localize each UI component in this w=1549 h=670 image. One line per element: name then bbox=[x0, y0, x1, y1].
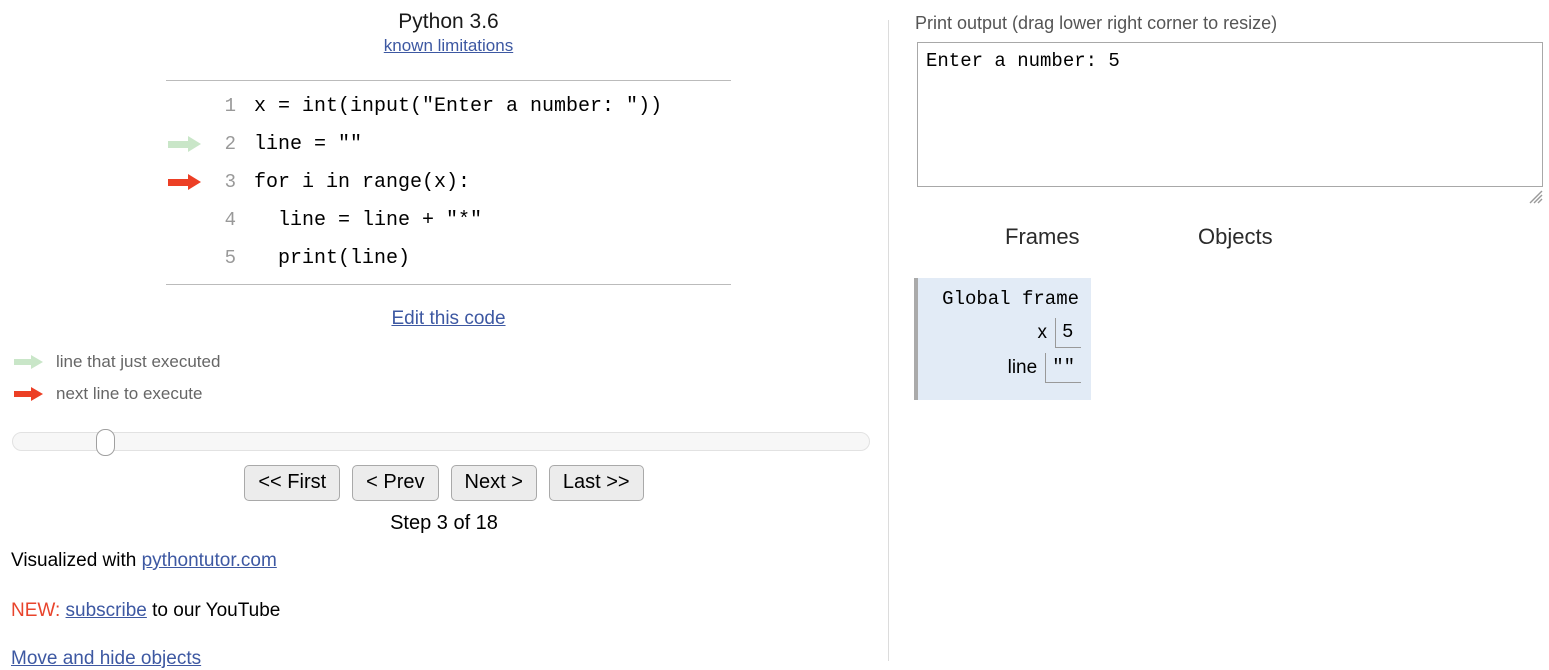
line-source: x = int(input("Enter a number: ")) bbox=[254, 94, 663, 118]
line-source: line = "" bbox=[254, 132, 363, 156]
navigation-buttons: << First < Prev Next > Last >> bbox=[0, 465, 888, 501]
legend-just-executed-label: line that just executed bbox=[56, 352, 221, 371]
variable-name: x bbox=[1037, 322, 1048, 343]
global-frame: Global frame x 5 line "" bbox=[914, 278, 1091, 400]
variable-value: "" bbox=[1045, 353, 1081, 383]
legend-just-executed: line that just executed bbox=[14, 352, 220, 372]
red-arrow-icon bbox=[168, 174, 202, 190]
green-arrow-icon bbox=[168, 136, 202, 152]
edit-this-code-link[interactable]: Edit this code bbox=[391, 308, 505, 329]
youtube-promo-line: NEW: subscribe to our YouTube bbox=[11, 600, 280, 622]
pane-headers: Frames Objects bbox=[889, 224, 1549, 254]
code-line-2: 2 line = "" bbox=[166, 125, 731, 163]
line-number: 3 bbox=[224, 171, 236, 193]
slider-handle[interactable] bbox=[96, 429, 115, 456]
subscribe-link[interactable]: subscribe bbox=[66, 600, 147, 621]
code-line-arrow-slot bbox=[166, 174, 214, 190]
code-line-arrow-slot bbox=[166, 136, 214, 152]
known-limitations-link[interactable]: known limitations bbox=[384, 36, 513, 55]
python-version-label: Python 3.6 bbox=[398, 10, 499, 33]
legend-next-line: next line to execute bbox=[14, 384, 202, 404]
move-hide-objects-line: Move and hide objects bbox=[11, 648, 201, 670]
variable-value: 5 bbox=[1055, 318, 1081, 348]
step-counter-label: Step 3 of 18 bbox=[390, 512, 498, 534]
arrow-head bbox=[188, 174, 201, 190]
arrow-head bbox=[188, 136, 201, 152]
subscribe-suffix: to our YouTube bbox=[146, 600, 281, 621]
line-number: 5 bbox=[224, 247, 236, 269]
code-panel: Python 3.6 known limitations 1 x = int(i… bbox=[0, 0, 888, 669]
credit-line: Visualized with pythontutor.com bbox=[11, 550, 277, 572]
arrow-shaft bbox=[168, 179, 189, 186]
objects-header: Objects bbox=[1198, 224, 1273, 249]
pythontutor-link[interactable]: pythontutor.com bbox=[142, 550, 277, 571]
code-line-3: 3 for i in range(x): bbox=[166, 163, 731, 201]
prev-button[interactable]: < Prev bbox=[352, 465, 439, 501]
code-listing: 1 x = int(input("Enter a number: ")) 2 l… bbox=[166, 80, 731, 285]
arrow-shaft bbox=[14, 391, 32, 397]
green-arrow-icon bbox=[14, 355, 44, 369]
code-line-5: 5 print(line) bbox=[166, 239, 731, 277]
code-line-1: 1 x = int(input("Enter a number: ")) bbox=[166, 87, 731, 125]
move-and-hide-objects-link[interactable]: Move and hide objects bbox=[11, 648, 201, 669]
print-output-label: Print output (drag lower right corner to… bbox=[915, 13, 1278, 33]
arrow-head bbox=[31, 387, 43, 401]
legend-next-line-label: next line to execute bbox=[56, 384, 203, 403]
execution-step-slider[interactable] bbox=[12, 429, 870, 456]
line-number: 2 bbox=[224, 133, 236, 155]
line-number: 1 bbox=[224, 95, 236, 117]
line-source: print(line) bbox=[254, 246, 411, 270]
line-source: for i in range(x): bbox=[254, 170, 471, 194]
credit-prefix: Visualized with bbox=[11, 550, 142, 571]
frames-header: Frames bbox=[1005, 224, 1080, 249]
variable-row: x 5 bbox=[918, 318, 1081, 348]
code-line-4: 4 line = line + "*" bbox=[166, 201, 731, 239]
variable-name: line bbox=[1007, 357, 1038, 378]
line-number: 4 bbox=[224, 209, 236, 231]
first-button[interactable]: << First bbox=[244, 465, 341, 501]
visualization-panel: Print output (drag lower right corner to… bbox=[889, 0, 1549, 661]
arrow-head bbox=[31, 355, 43, 369]
resize-grip-icon[interactable] bbox=[1529, 190, 1543, 204]
arrow-shaft bbox=[14, 359, 32, 365]
last-button[interactable]: Last >> bbox=[548, 465, 644, 501]
line-source: line = line + "*" bbox=[254, 208, 483, 232]
print-output-textarea[interactable]: Enter a number: 5 bbox=[917, 42, 1543, 187]
known-limitations-link-wrap: known limitations bbox=[166, 35, 731, 57]
red-arrow-icon bbox=[14, 387, 44, 401]
edit-code-link-wrap: Edit this code bbox=[166, 308, 731, 330]
frame-title: Global frame bbox=[942, 288, 1079, 310]
arrow-shaft bbox=[168, 141, 189, 148]
next-button[interactable]: Next > bbox=[450, 465, 537, 501]
new-badge: NEW: bbox=[11, 600, 61, 621]
variable-row: line "" bbox=[918, 353, 1081, 383]
code-header: Python 3.6 known limitations bbox=[166, 8, 731, 57]
